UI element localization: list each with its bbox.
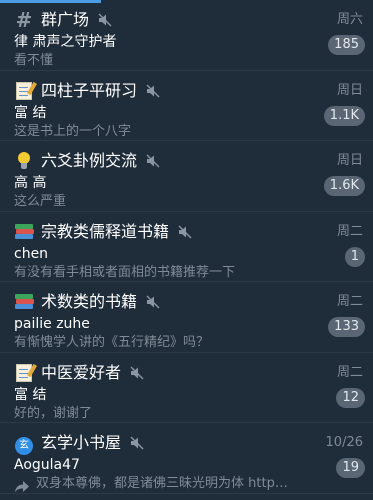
chat-date: 周二 — [336, 223, 363, 239]
chat-date: 周六 — [336, 12, 363, 27]
memo-icon — [14, 363, 34, 383]
last-message-sender: chen — [14, 245, 49, 262]
muted-speaker-icon — [177, 224, 193, 240]
chat-date: 10/26 — [325, 435, 363, 450]
chat-title: 群广场 — [41, 10, 90, 29]
chat-date: 周二 — [336, 364, 363, 380]
last-message-preview: 有惭愧学人讲的《五行精纪》吗？ — [14, 335, 210, 350]
chat-title: 中医爱好者 — [41, 362, 122, 382]
chat-date: 周二 — [336, 294, 363, 309]
unread-count-badge: 1 — [344, 246, 365, 267]
last-message-sender: 富 结 — [14, 104, 47, 121]
chat-date: 周日 — [336, 82, 363, 98]
forward-arrow-icon — [14, 478, 30, 493]
chat-row[interactable]: 中医爱好者 周二富 结好的，谢谢了 12 — [0, 353, 373, 423]
last-message-preview: 好的，谢谢了 — [14, 405, 93, 421]
books-icon — [14, 292, 34, 312]
books-icon — [14, 222, 34, 242]
xuan-badge-text: 玄 — [15, 437, 33, 455]
light-bulb-icon — [14, 151, 34, 171]
unread-count-badge: 133 — [328, 317, 365, 337]
chat-title: 四柱子平研习 — [41, 80, 138, 100]
chat-row[interactable]: 术数类的书籍 周二 pailie zuhe 有惭愧学人讲的《五行精纪》吗？ 133 — [0, 282, 373, 353]
loading-progress-fill — [0, 0, 101, 3]
chat-row[interactable]: 玄玄学小书屋 10/26 Aogula47 双身本尊佛，都是诸佛三昧光明为体 http… — [0, 423, 373, 494]
muted-speaker-icon — [129, 365, 145, 381]
last-message-preview: 这是书上的一个八字 — [14, 123, 132, 139]
chat-date: 周日 — [336, 153, 363, 168]
chat-title: 玄学小书屋 — [41, 433, 122, 452]
last-message-sender: pailie zuhe — [14, 316, 90, 332]
muted-speaker-icon — [129, 435, 145, 451]
unread-count-badge: 185 — [328, 35, 365, 55]
last-message-preview: 有没有看手相或者面相的书籍推荐一下 — [14, 264, 236, 280]
last-message-sender: 富 结 — [14, 386, 47, 403]
chat-row[interactable]: # 群广场 周六律 肃声之守护者 看不懂 185 — [0, 0, 373, 71]
last-message-sender: 高 高 — [14, 175, 47, 191]
chat-row[interactable]: 宗教类儒释道书籍 周二 chen 有没有看手相或者面相的书籍推荐一下 1 — [0, 212, 373, 282]
muted-speaker-icon — [145, 153, 161, 169]
unread-count-badge: 1.1K — [323, 105, 365, 126]
last-message-sender: Aogula47 — [14, 457, 80, 473]
xuan-badge-icon: 玄 — [14, 433, 34, 455]
hash-icon: # — [15, 8, 33, 32]
memo-icon — [14, 81, 34, 101]
unread-count-badge: 12 — [336, 387, 365, 408]
chat-title: 六爻卦例交流 — [41, 151, 138, 170]
chat-list: # 群广场 周六律 肃声之守护者 看不懂 185 四柱子平研习 周日富 结这是书上的一个八字… — [0, 0, 373, 494]
last-message-sender: 律 肃声之守护者 — [14, 34, 117, 50]
loading-progress-bar — [0, 0, 373, 3]
last-message-preview: 看不懂 — [14, 53, 54, 68]
last-message-preview: 这么严重 — [14, 194, 67, 209]
unread-count-badge: 19 — [336, 458, 365, 478]
chat-title: 宗教类儒释道书籍 — [41, 221, 170, 241]
chat-row[interactable]: 六爻卦例交流 周日高 高这么严重 1.6K — [0, 141, 373, 212]
chat-title: 术数类的书籍 — [41, 292, 138, 311]
muted-speaker-icon — [145, 294, 161, 310]
muted-speaker-icon — [145, 83, 161, 99]
unread-count-badge: 1.6K — [323, 176, 365, 196]
chat-row[interactable]: 四柱子平研习 周日富 结这是书上的一个八字 1.1K — [0, 71, 373, 141]
muted-speaker-icon — [97, 12, 113, 28]
last-message-preview: 双身本尊佛，都是诸佛三昧光明为体 http… — [36, 476, 288, 491]
